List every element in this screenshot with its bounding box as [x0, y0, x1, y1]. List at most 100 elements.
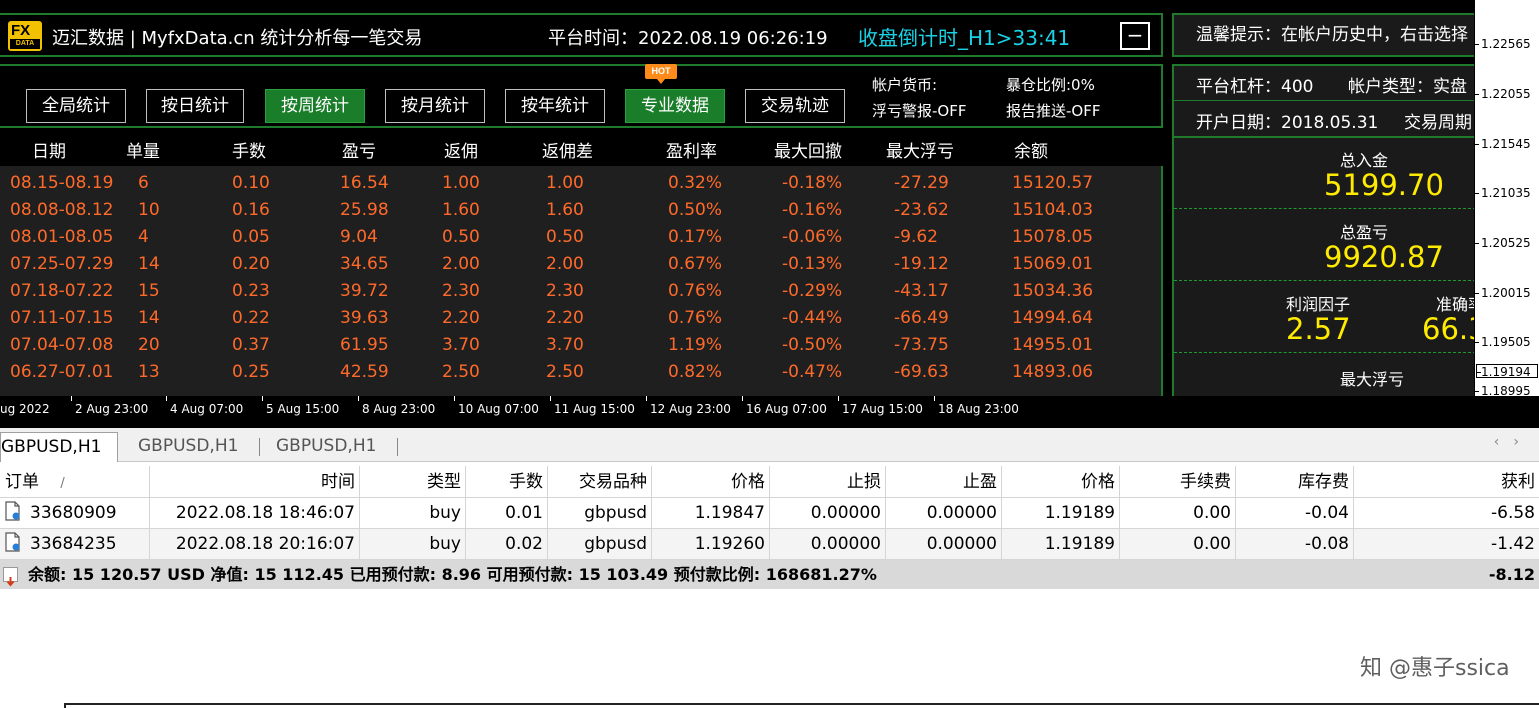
stats-row[interactable]: 08.01-08.05 4 0.05 9.04 0.50 0.50 0.17% -0.06% -… [0, 223, 1161, 250]
order-cell-open-price: 1.19847 [652, 498, 770, 529]
tab-scroll-arrows[interactable]: ‹› [1494, 434, 1533, 450]
order-cell-stop-loss: 0.00000 [770, 498, 886, 529]
tab-separator [259, 438, 260, 456]
col-stop-loss[interactable]: 止损 [770, 466, 886, 498]
stats-cell-rebate: 1.00 [442, 173, 480, 193]
stats-row[interactable]: 08.15-08.19 6 0.10 16.54 1.00 1.00 0.32% -0.18%… [0, 169, 1161, 196]
account-summary-row[interactable]: 余额: 15 120.57 USD 净值: 15 112.45 已用预付款: 8… [0, 560, 1539, 589]
tab-pro-data[interactable]: 专业数据 [625, 89, 725, 123]
order-cell-swap: -0.04 [1236, 498, 1354, 529]
stats-cell-count: 15 [138, 281, 160, 301]
price-tick: 1.20015 [1475, 286, 1539, 300]
stats-row[interactable]: 06.27-07.01 13 0.25 42.59 2.50 2.50 0.82% -0.47… [0, 358, 1161, 385]
stats-cell-pnl: 34.65 [340, 254, 389, 274]
col-time[interactable]: 时间 [150, 466, 360, 498]
col-volume[interactable]: 手数 [466, 466, 548, 498]
tab-global-stats[interactable]: 全局统计 [26, 89, 126, 123]
tab-trade-track[interactable]: 交易轨迹 [745, 89, 845, 123]
time-tick: 4 Aug 07:00 [165, 396, 244, 416]
stats-cell-balance: 15069.01 [1012, 254, 1094, 274]
account-currency: 帐户货币: [872, 76, 938, 94]
col-pnl: 盈亏 [342, 142, 376, 162]
col-current-price[interactable]: 价格 [1002, 466, 1120, 498]
order-row[interactable]: 33680909 2022.08.18 18:46:07 buy 0.01 gbpusd… [0, 498, 1539, 529]
col-order[interactable]: 订单 / [0, 466, 150, 498]
chart-tab-1[interactable]: GBPUSD,H1 [0, 432, 119, 462]
tab-scroll-right-icon[interactable]: › [1513, 434, 1533, 450]
logo-text-bottom: DATA [10, 39, 40, 49]
stats-table-body[interactable]: 08.15-08.19 6 0.10 16.54 1.00 1.00 0.32% -0.18%… [0, 166, 1163, 396]
stats-cell-rebate: 2.20 [442, 308, 480, 328]
stats-cell-lots: 0.05 [232, 227, 270, 247]
stats-cell-lots: 0.16 [232, 200, 270, 220]
time-axis[interactable]: ug 2022 2 Aug 23:00 4 Aug 07:00 5 Aug 15… [0, 396, 1474, 424]
col-type[interactable]: 类型 [360, 466, 466, 498]
col-swap[interactable]: 库存费 [1236, 466, 1354, 498]
stats-row[interactable]: 08.08-08.12 10 0.16 25.98 1.60 1.60 0.50% -0.16… [0, 196, 1161, 223]
col-open-price[interactable]: 价格 [652, 466, 770, 498]
stats-cell-count: 14 [138, 308, 160, 328]
order-row[interactable]: 33684235 2022.08.18 20:16:07 buy 0.02 gbpusd… [0, 529, 1539, 560]
platform-time: 平台时间：2022.08.19 06:26:19 [548, 28, 828, 49]
stats-cell-rebate-diff: 2.30 [546, 281, 584, 301]
stats-row[interactable]: 07.18-07.22 15 0.23 39.72 2.30 2.30 0.76% -0.29… [0, 277, 1161, 304]
accuracy-value: 66.3 [1422, 312, 1474, 346]
float-alert-toggle[interactable]: 浮亏警报-OFF [872, 100, 966, 121]
order-id: 33684235 [30, 534, 117, 554]
stats-table-header: 日期 单量 手数 盈亏 返佣 返佣差 盈利率 最大回撤 最大浮亏 余额 [0, 130, 1163, 166]
order-cell-order: 33684235 [0, 529, 150, 560]
col-commission[interactable]: 手续费 [1120, 466, 1236, 498]
tab-daily-stats[interactable]: 按日统计 [146, 89, 244, 123]
col-take-profit[interactable]: 止盈 [886, 466, 1002, 498]
stats-cell-date: 08.08-08.12 [10, 200, 114, 220]
stats-row[interactable]: 07.04-07.08 20 0.37 61.95 3.70 3.70 1.19% -0.50… [0, 331, 1161, 358]
order-cell-open-price: 1.19260 [652, 529, 770, 560]
current-price-label: 1.19194 [1476, 364, 1538, 379]
stats-row[interactable]: 07.25-07.29 14 0.20 34.65 2.00 2.00 0.67% -0.13… [0, 250, 1161, 277]
stats-cell-lots: 0.10 [232, 173, 270, 193]
order-cell-profit: -1.42 [1491, 534, 1535, 554]
stats-row[interactable]: 07.11-07.15 14 0.22 39.63 2.20 2.20 0.76% -0.44… [0, 304, 1161, 331]
chart-tab-3[interactable]: GBPUSD,H1 [276, 432, 376, 462]
logo-text-top: FX [11, 22, 31, 39]
panel-divider [1174, 136, 1474, 138]
stats-cell-count: 20 [138, 335, 160, 355]
bottom-panel-edge [64, 703, 1539, 708]
col-profit[interactable]: 获利 [1354, 466, 1539, 498]
profit-factor-value: 2.57 [1286, 312, 1351, 346]
order-cell-time: 2022.08.18 20:16:07 [150, 529, 360, 560]
col-symbol[interactable]: 交易品种 [548, 466, 652, 498]
max-float-label: 最大浮亏 [1340, 370, 1405, 389]
tab-yearly-stats[interactable]: 按年统计 [505, 89, 605, 123]
total-pnl-value: 9920.87 [1324, 240, 1444, 274]
report-push-toggle[interactable]: 报告推送-OFF [1006, 100, 1100, 121]
tab-weekly-stats[interactable]: 按周统计 [265, 89, 365, 123]
stats-cell-max-float-loss: -9.62 [894, 227, 938, 247]
stats-cell-rebate-diff: 1.60 [546, 200, 584, 220]
stats-cell-max-float-loss: -27.29 [894, 173, 949, 193]
stats-cell-balance: 15120.57 [1012, 173, 1094, 193]
stats-cell-max-float-loss: -73.75 [894, 335, 949, 355]
stats-cell-pnl: 9.04 [340, 227, 378, 247]
order-cell-symbol: gbpusd [548, 498, 652, 529]
stats-cell-max-float-loss: -66.49 [894, 308, 949, 328]
chart-tab-2[interactable]: GBPUSD,H1 [138, 432, 238, 462]
order-cell-take-profit: 0.00000 [886, 529, 1002, 560]
account-type: 帐户类型：实盘 [1348, 77, 1467, 97]
order-cell-time: 2022.08.18 18:46:07 [150, 498, 360, 529]
minimize-button[interactable]: − [1120, 22, 1150, 50]
tab-monthly-stats[interactable]: 按月统计 [385, 89, 485, 123]
time-tick: 8 Aug 23:00 [357, 396, 436, 416]
stats-cell-rebate: 1.60 [442, 200, 480, 220]
watermark: 知 @惠子ssica [1360, 656, 1510, 681]
col-rebate-diff: 返佣差 [542, 142, 593, 162]
stats-cell-pnl: 39.72 [340, 281, 389, 301]
account-summary-panel: 平台杠杆：400 帐户类型：实盘 开户日期：2018.05.31 交易周期 总入… [1172, 64, 1474, 396]
tab-scroll-left-icon[interactable]: ‹ [1494, 434, 1514, 450]
order-cell-volume: 0.01 [466, 498, 548, 529]
stats-cell-max-drawdown: -0.18% [782, 173, 843, 193]
order-document-icon [4, 501, 22, 521]
panel-divider [1174, 208, 1474, 209]
price-axis[interactable]: 1.22565 1.22055 1.21545 1.21035 1.20525 … [1474, 0, 1539, 398]
price-tick: 1.21035 [1475, 186, 1539, 200]
